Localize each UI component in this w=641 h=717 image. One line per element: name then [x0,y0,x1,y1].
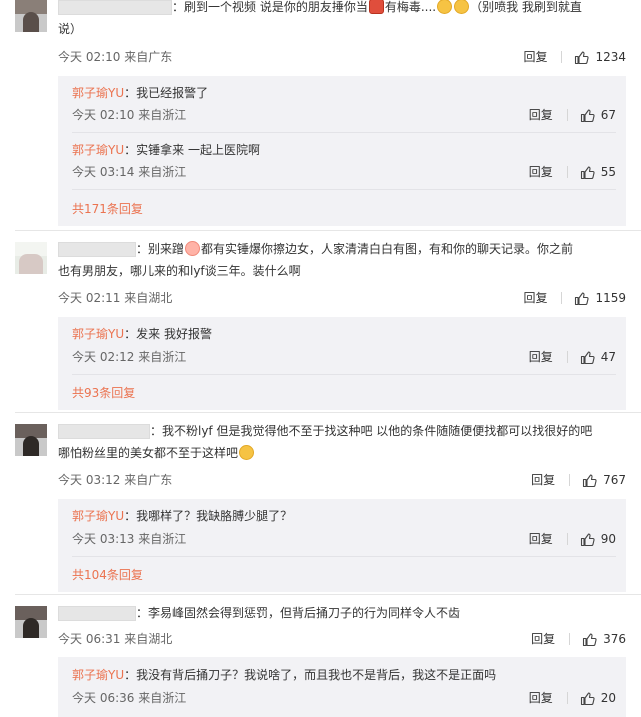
smile-emoji-icon [437,0,453,14]
comment-meta: 今天 02:11 来自湖北 [58,291,173,305]
reply-button[interactable]: 回复 [531,631,555,647]
smile-emoji-icon [454,0,470,14]
reply-actions: 回复 20 [529,690,616,706]
like-icon[interactable] [580,108,595,123]
comment-actions: 回复 1234 [523,49,626,65]
reply-button[interactable]: 回复 [523,290,547,306]
avatar[interactable] [15,0,47,32]
reply-meta: 今天 02:10 来自浙江 [72,108,187,122]
reply-author-link[interactable]: 郭子瑜YU [72,327,124,341]
comment-text: ：我不粉lyf 但是我觉得他不至于找这种吧 以他的条件随随便便找都可以找很好的吧… [58,424,593,460]
comment-actions: 回复 376 [531,631,626,647]
comment-actions: 回复 1159 [523,290,626,306]
reply-button[interactable]: 回复 [529,690,553,706]
comment-text: ：刷到一个视频 说是你的朋友捶你当 有梅毒.... （别喷我 我刷到就直 说） [58,0,582,36]
reply-list: 郭子瑜YU：我已经报警了 今天 02:10 来自浙江 回复 67 郭子瑜YU：实… [58,76,626,226]
comment-feed: ：刷到一个视频 说是你的朋友捶你当 有梅毒.... （别喷我 我刷到就直 说） 今天 … [0,0,641,717]
like-count: 55 [600,165,616,179]
comment-item: ：李易峰固然会得到惩罚，但背后捅刀子的行为同样令人不齿 今天 06:31 来自湖… [0,606,641,717]
avatar[interactable] [15,424,47,456]
like-count: 767 [603,473,626,487]
reply-text: 郭子瑜YU：我没有背后捅刀子？我说啥了，而且我也不是背后，我这不是正面吗 [72,668,497,682]
like-icon[interactable] [582,473,597,488]
comment-item: ：我不粉lyf 但是我觉得他不至于找这种吧 以他的条件随随便便找都可以找很好的吧… [0,424,641,592]
reply-list: 郭子瑜YU：我没有背后捅刀子？我说啥了，而且我也不是背后，我这不是正面吗 今天 … [58,657,626,717]
reply-text: 郭子瑜YU：我哪样了？我缺胳膊少腿了？ [72,509,293,523]
reply-list: 郭子瑜YU：发来 我好报警 今天 02:12 来自浙江 回复 47 共93条回复 [58,317,626,410]
comment-text: ：别来蹭 都有实锤爆你擦边女，人家清清白白有图，有和你的聊天记录。你之前 也有男朋友… [58,241,574,278]
comment-actions: 回复 767 [531,472,626,488]
reply-meta: 今天 03:13 来自浙江 [72,532,187,546]
blush-emoji-icon [185,241,201,256]
like-icon[interactable] [580,165,595,180]
reply-author-link[interactable]: 郭子瑜YU [72,668,124,682]
reply-text: 郭子瑜YU：发来 我好报警 [72,327,212,341]
reply-meta: 今天 02:12 来自浙江 [72,350,187,364]
reply-actions: 回复 55 [529,164,616,180]
like-count: 90 [600,532,616,546]
like-icon[interactable] [580,532,595,547]
comment-meta: 今天 02:10 来自广东 [58,50,173,64]
like-icon[interactable] [580,350,595,365]
like-count: 1234 [595,50,626,64]
reply-button[interactable]: 回复 [523,49,547,65]
reply-author-link[interactable]: 郭子瑜YU [72,86,124,100]
reply-meta: 今天 06:36 来自浙江 [72,691,187,705]
like-icon[interactable] [574,291,590,306]
smile-emoji-icon [239,445,255,460]
more-replies-link[interactable]: 共104条回复 [72,567,143,583]
avatar[interactable] [15,606,47,638]
reply-button[interactable]: 回复 [529,107,553,123]
reply-button[interactable]: 回复 [529,349,553,365]
comment-item: ：别来蹭 都有实锤爆你擦边女，人家清清白白有图，有和你的聊天记录。你之前 也有男朋友… [0,241,641,410]
like-count: 47 [600,350,616,364]
like-icon[interactable] [574,50,590,65]
reply-actions: 回复 47 [529,349,616,365]
like-count: 20 [600,691,616,705]
like-count: 1159 [595,291,626,305]
comment-meta: 今天 03:12 来自广东 [58,473,173,487]
reply-actions: 回复 67 [529,107,616,123]
reply-author-link[interactable]: 郭子瑜YU [72,143,124,157]
like-count: 376 [603,632,626,646]
reply-button[interactable]: 回复 [531,472,555,488]
reply-text: 郭子瑜YU：实锤拿来 一起上医院啊 [72,143,260,157]
reply-actions: 回复 90 [529,531,616,547]
chicken-emoji-icon [368,0,384,14]
comment-meta: 今天 06:31 来自湖北 [58,632,173,646]
reply-button[interactable]: 回复 [529,164,553,180]
reply-meta: 今天 03:14 来自浙江 [72,165,187,179]
more-replies-link[interactable]: 共171条回复 [72,201,143,217]
comment-item: ：刷到一个视频 说是你的朋友捶你当 有梅毒.... （别喷我 我刷到就直 说） 今天 … [0,0,641,228]
avatar[interactable] [15,242,47,274]
reply-author-link[interactable]: 郭子瑜YU [72,509,124,523]
reply-button[interactable]: 回复 [529,531,553,547]
reply-list: 郭子瑜YU：我哪样了？我缺胳膊少腿了？ 今天 03:13 来自浙江 回复 90 … [58,499,626,592]
reply-text: 郭子瑜YU：我已经报警了 [72,86,209,100]
more-replies-link[interactable]: 共93条回复 [72,385,135,401]
like-icon[interactable] [582,632,597,647]
like-icon[interactable] [580,691,595,706]
like-count: 67 [600,108,616,122]
comment-text: ：李易峰固然会得到惩罚，但背后捅刀子的行为同样令人不齿 [136,606,461,620]
